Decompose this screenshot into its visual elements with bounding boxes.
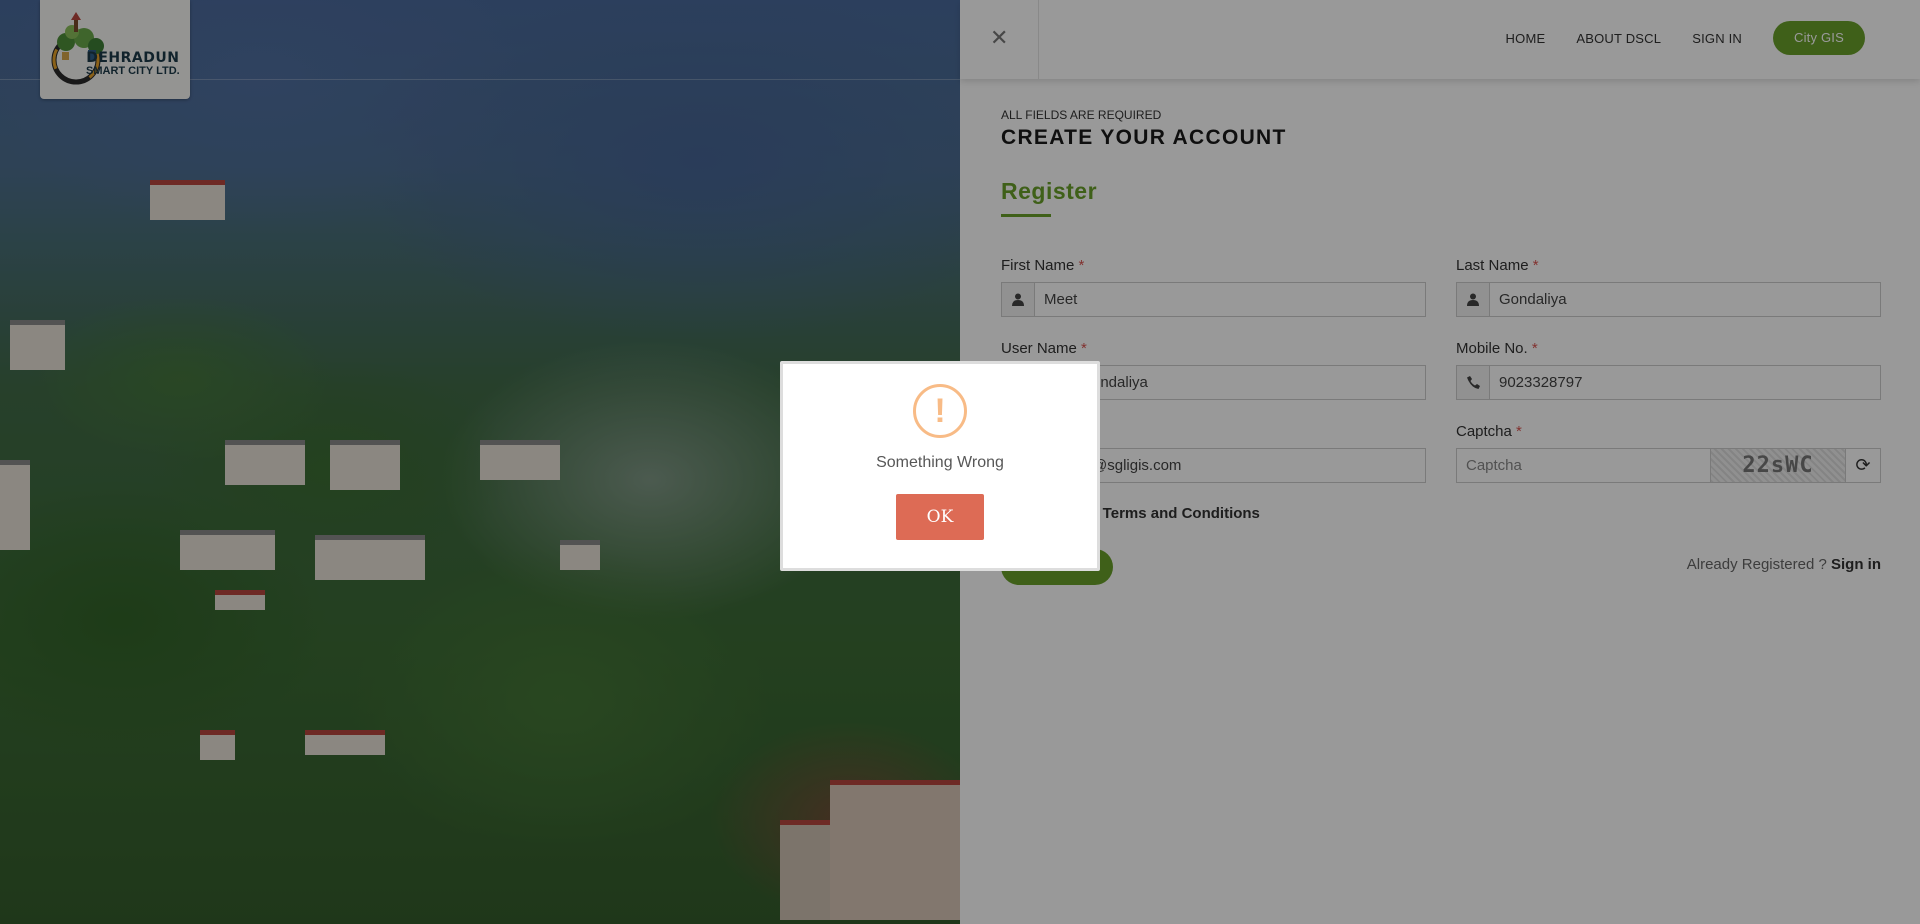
alert-message: Something Wrong [876, 454, 1004, 471]
ok-button[interactable]: OK [896, 494, 984, 540]
warning-icon: ! [913, 384, 967, 438]
alert-dialog: ! Something Wrong OK [780, 361, 1100, 571]
